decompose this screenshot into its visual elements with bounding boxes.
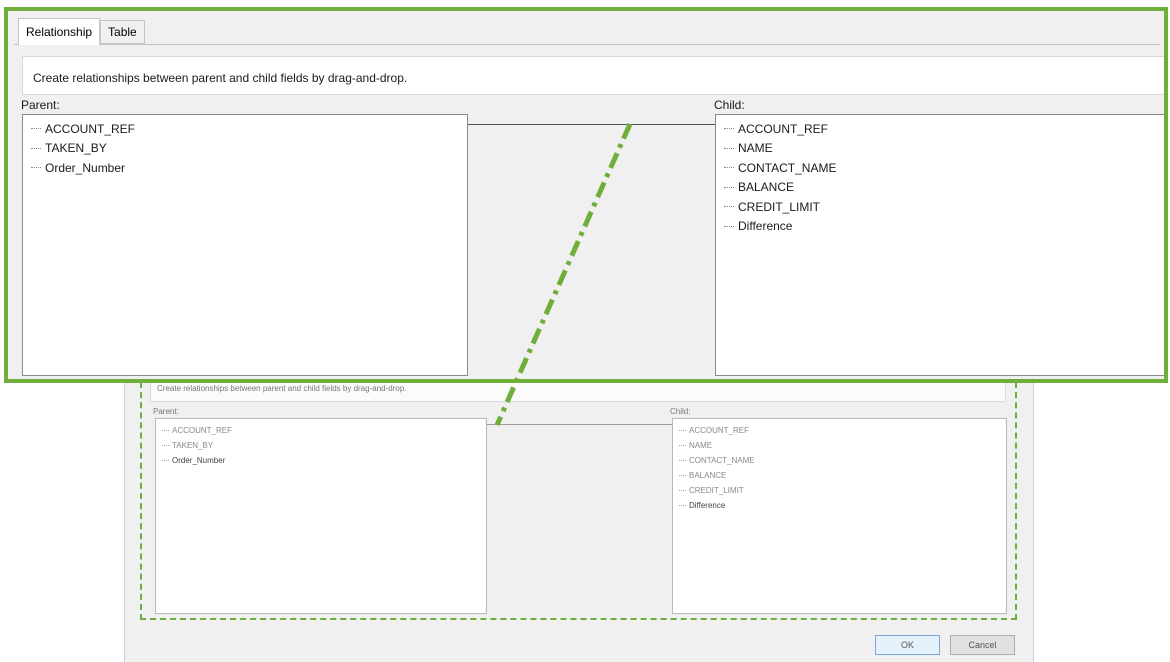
list-item[interactable]: TAKEN_BY [31, 139, 459, 159]
tree-connector-icon [162, 460, 169, 461]
dialog-child-list[interactable]: ACCOUNT_REF NAME CONTACT_NAME BALANCE CR… [672, 418, 1007, 614]
cancel-button[interactable]: Cancel [950, 635, 1015, 655]
tree-connector-icon [724, 128, 734, 130]
dialog-parent-list[interactable]: ACCOUNT_REF TAKEN_BY Order_Number [155, 418, 487, 614]
tree-connector-icon [162, 430, 169, 431]
relationship-line [468, 124, 715, 125]
list-item[interactable]: Difference [724, 217, 1158, 237]
tree-connector-icon [724, 206, 734, 208]
child-field-list[interactable]: ACCOUNT_REF NAME CONTACT_NAME BALANCE CR… [715, 114, 1164, 376]
dialog-instructions: Create relationships between parent and … [150, 380, 1006, 402]
tree-connector-icon [679, 445, 686, 446]
ok-button[interactable]: OK [875, 635, 940, 655]
list-item[interactable]: TAKEN_BY [162, 438, 480, 453]
dialog-relationship-line [487, 424, 672, 425]
tree-connector-icon [31, 167, 41, 169]
list-item[interactable]: BALANCE [724, 178, 1158, 198]
list-item[interactable]: Difference [679, 498, 1000, 513]
tree-connector-icon [724, 167, 734, 169]
tab-table[interactable]: Table [100, 20, 145, 44]
list-item[interactable]: CREDIT_LIMIT [724, 197, 1158, 217]
tab-strip: Relationship Table [18, 18, 145, 45]
tree-connector-icon [31, 128, 41, 130]
list-item[interactable]: CONTACT_NAME [679, 453, 1000, 468]
child-label: Child: [714, 98, 745, 112]
list-item[interactable]: ACCOUNT_REF [724, 119, 1158, 139]
list-item[interactable]: Order_Number [31, 158, 459, 178]
list-item[interactable]: Order_Number [162, 453, 480, 468]
tree-connector-icon [679, 490, 686, 491]
zoom-callout: Relationship Table Create relationships … [4, 7, 1168, 383]
list-item[interactable]: CREDIT_LIMIT [679, 483, 1000, 498]
tree-connector-icon [724, 147, 734, 149]
tree-connector-icon [679, 430, 686, 431]
tree-connector-icon [724, 186, 734, 188]
list-item[interactable]: ACCOUNT_REF [31, 119, 459, 139]
tab-relationship[interactable]: Relationship [18, 18, 101, 45]
tree-connector-icon [31, 147, 41, 149]
tree-connector-icon [162, 445, 169, 446]
list-item[interactable]: BALANCE [679, 468, 1000, 483]
instructions-text: Create relationships between parent and … [22, 56, 1164, 95]
list-item[interactable]: NAME [679, 438, 1000, 453]
tree-connector-icon [724, 225, 734, 227]
tree-connector-icon [679, 460, 686, 461]
parent-field-list[interactable]: ACCOUNT_REF TAKEN_BY Order_Number [22, 114, 468, 376]
dialog-child-label: Child: [670, 407, 691, 416]
tree-connector-icon [679, 475, 686, 476]
list-item[interactable]: CONTACT_NAME [724, 158, 1158, 178]
tree-connector-icon [679, 505, 686, 506]
list-item[interactable]: ACCOUNT_REF [162, 423, 480, 438]
dialog-parent-label: Parent: [153, 407, 179, 416]
list-item[interactable]: NAME [724, 139, 1158, 159]
parent-label: Parent: [21, 98, 60, 112]
list-item[interactable]: ACCOUNT_REF [679, 423, 1000, 438]
